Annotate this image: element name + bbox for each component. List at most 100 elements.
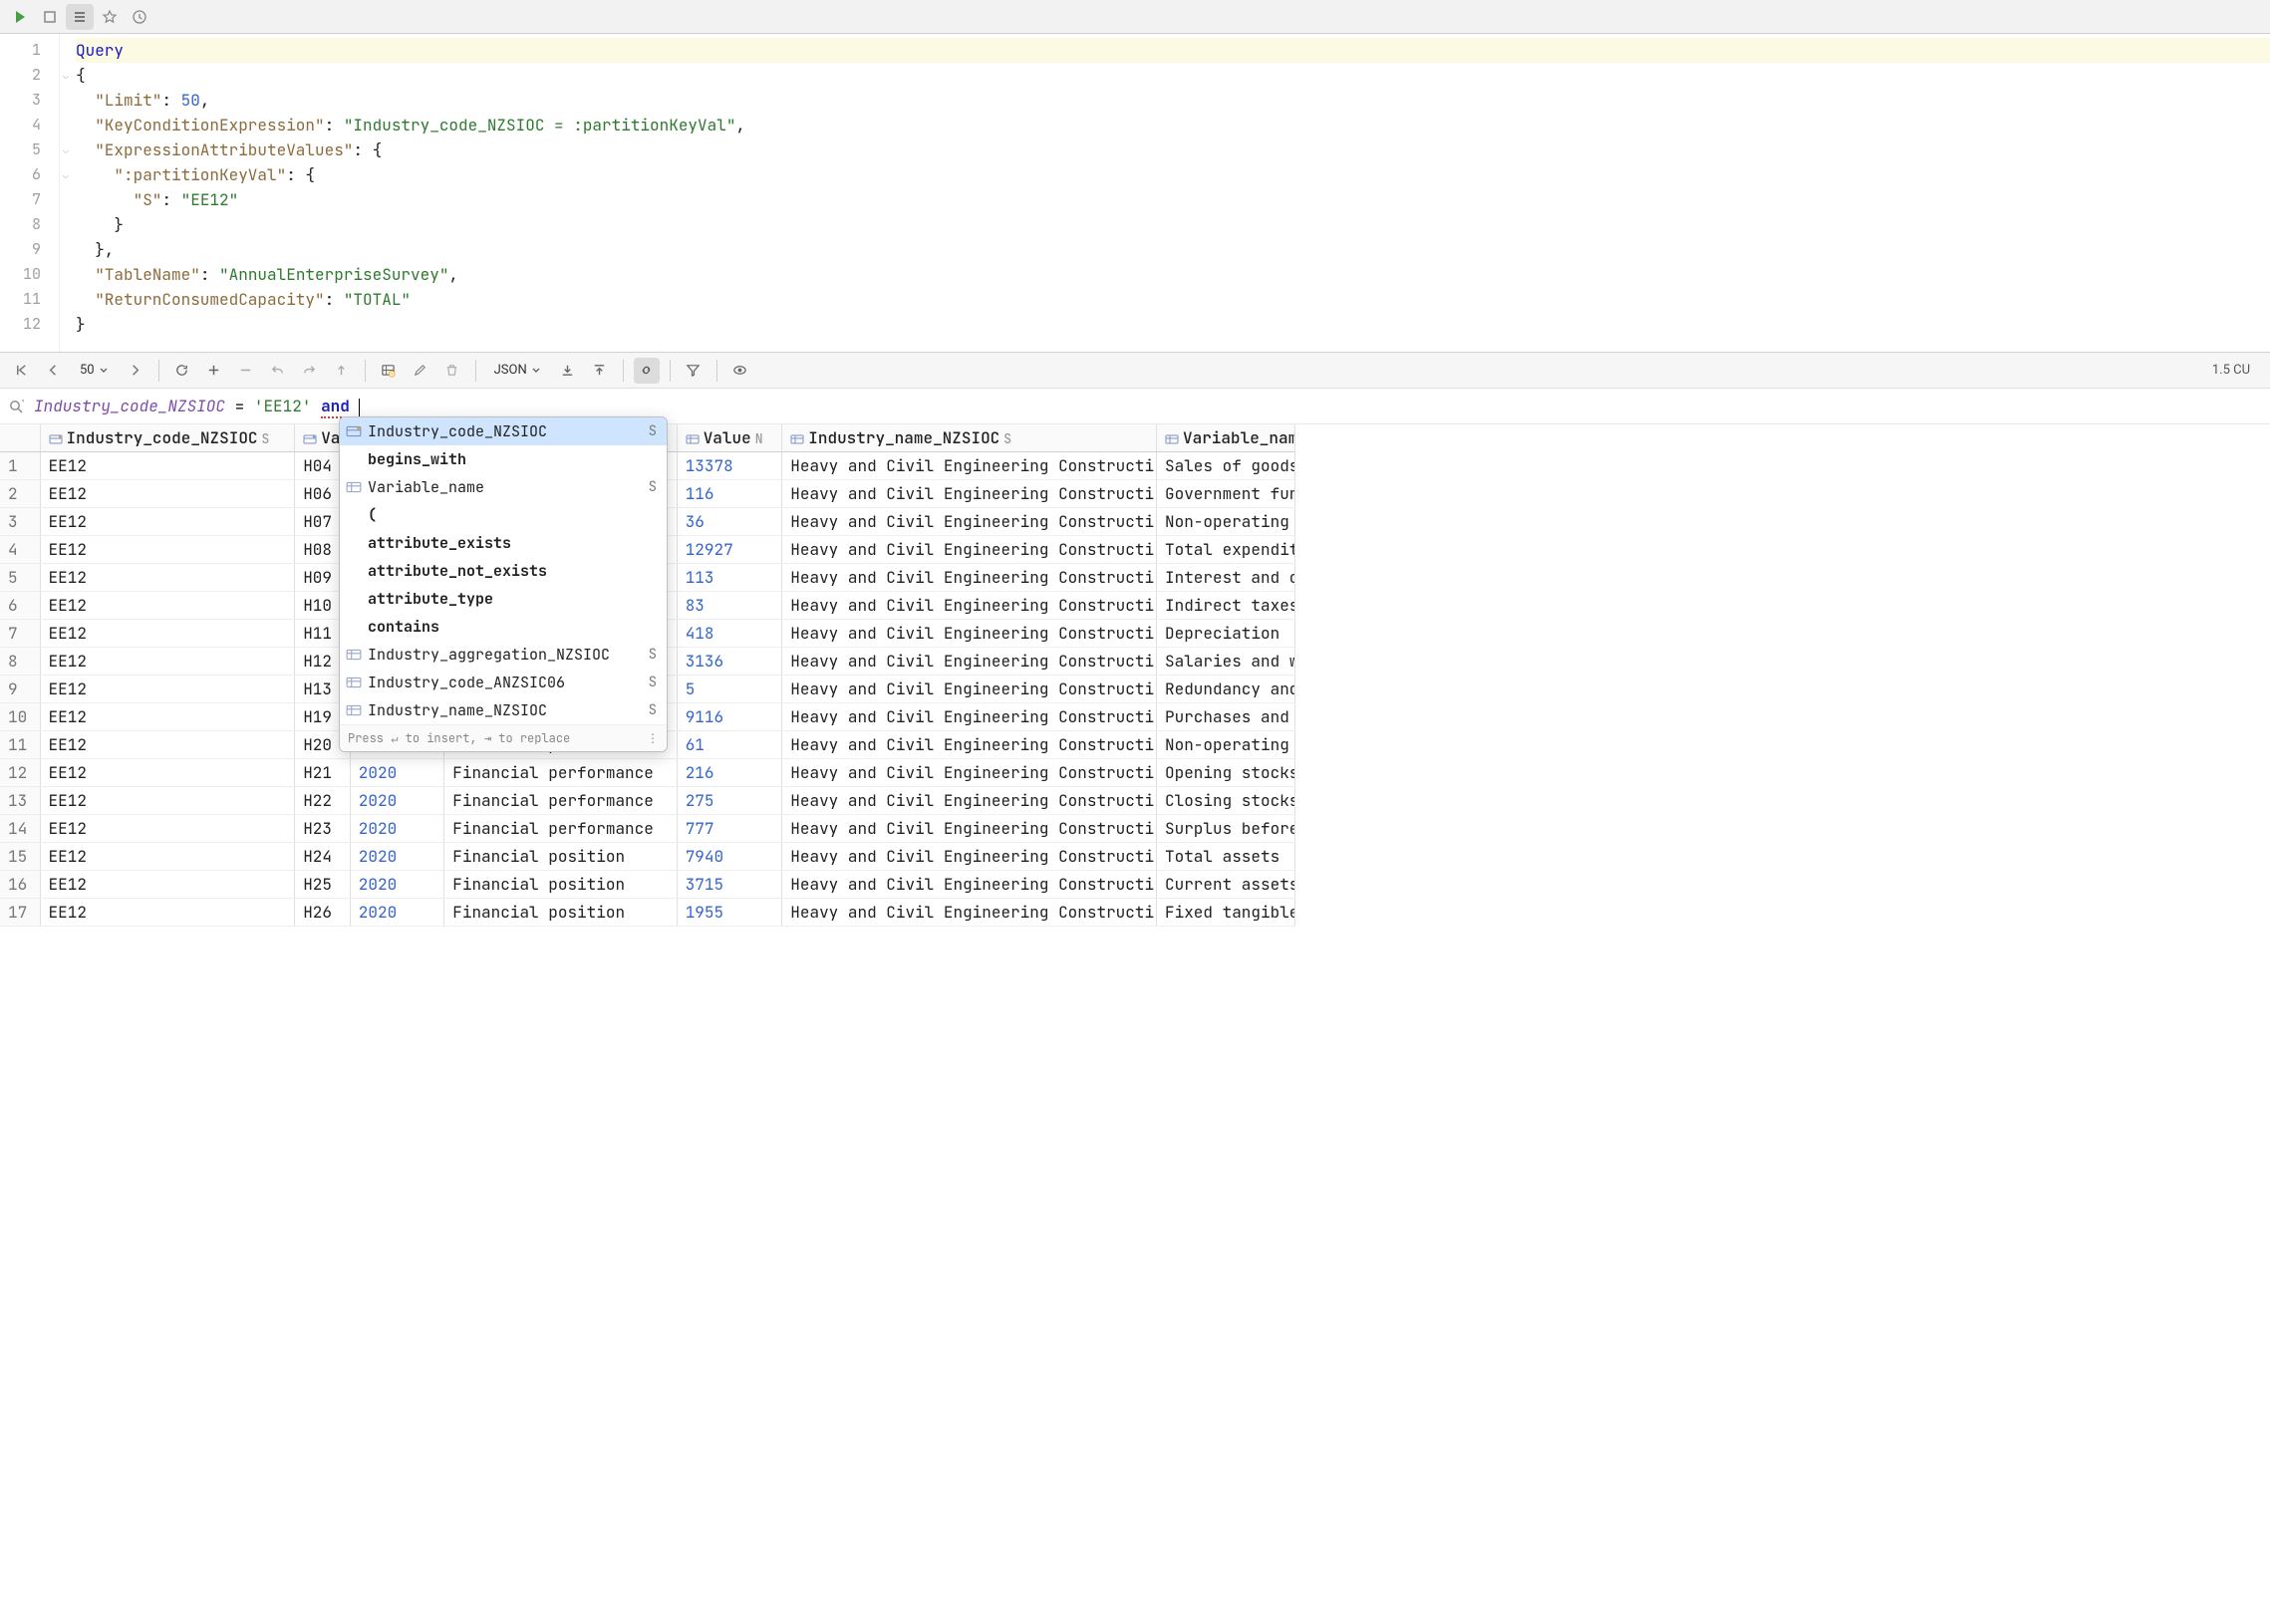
cell-category[interactable]: Financial performance <box>444 815 677 843</box>
completion-item[interactable]: Industry_name_NZSIOC S <box>340 696 667 724</box>
cell-category[interactable]: Financial position <box>444 899 677 927</box>
cell-variable-code[interactable]: H26 <box>295 899 351 927</box>
cell-industry-name[interactable]: Heavy and Civil Engineering Constructi <box>782 676 1157 703</box>
cell-industry-name[interactable]: Heavy and Civil Engineering Constructi <box>782 536 1157 564</box>
table-row[interactable]: 17 EE12 H26 2020 Financial position 1955… <box>0 899 1295 927</box>
cell-variable-name[interactable]: Purchases and <box>1157 703 1295 731</box>
stop-button[interactable] <box>36 4 64 30</box>
col-header-value[interactable]: ValueN <box>677 424 782 452</box>
cell-value[interactable]: 113 <box>677 564 782 592</box>
options-button[interactable] <box>66 4 94 30</box>
cell-industry-name[interactable]: Heavy and Civil Engineering Constructi <box>782 620 1157 648</box>
first-page-button[interactable] <box>8 358 34 384</box>
completion-item[interactable]: Industry_aggregation_NZSIOC S <box>340 641 667 669</box>
completion-item[interactable]: Variable_name S <box>340 473 667 501</box>
cell-industry-code[interactable]: EE12 <box>40 648 295 676</box>
cell-variable-name[interactable]: Total expendit <box>1157 536 1295 564</box>
cell-industry-code[interactable]: EE12 <box>40 452 295 480</box>
cell-industry-name[interactable]: Heavy and Civil Engineering Constructi <box>782 564 1157 592</box>
cell-industry-code[interactable]: EE12 <box>40 592 295 620</box>
prev-page-button[interactable] <box>40 358 66 384</box>
cell-category[interactable]: Financial performance <box>444 759 677 787</box>
cell-variable-code[interactable]: H25 <box>295 871 351 899</box>
cell-variable-name[interactable]: Surplus before <box>1157 815 1295 843</box>
cell-variable-name[interactable]: Closing stocks <box>1157 787 1295 815</box>
cell-industry-name[interactable]: Heavy and Civil Engineering Constructi <box>782 843 1157 871</box>
cell-industry-code[interactable]: EE12 <box>40 676 295 703</box>
cell-category[interactable]: Financial performance <box>444 787 677 815</box>
col-header-industry-name[interactable]: Industry_name_NZSIOCS <box>782 424 1157 452</box>
refresh-button[interactable] <box>169 358 195 384</box>
cell-category[interactable]: Financial position <box>444 843 677 871</box>
cell-variable-name[interactable]: Government fun <box>1157 480 1295 508</box>
history-button[interactable] <box>126 4 153 30</box>
link-button[interactable] <box>634 358 660 384</box>
more-icon[interactable]: ⋮ <box>647 730 659 746</box>
cell-year[interactable]: 2020 <box>350 871 443 899</box>
cell-industry-code[interactable]: EE12 <box>40 508 295 536</box>
cell-industry-code[interactable]: EE12 <box>40 759 295 787</box>
preview-button[interactable] <box>727 358 753 384</box>
editor-content[interactable]: Query { "Limit": 50, "KeyConditionExpres… <box>72 34 2270 352</box>
upload-button[interactable] <box>587 358 613 384</box>
cell-variable-name[interactable]: Interest and o <box>1157 564 1295 592</box>
col-header-variable-name[interactable]: Variable_nam <box>1157 424 1295 452</box>
cell-industry-name[interactable]: Heavy and Civil Engineering Constructi <box>782 759 1157 787</box>
cell-industry-name[interactable]: Heavy and Civil Engineering Constructi <box>782 508 1157 536</box>
completion-item[interactable]: attribute_exists <box>340 529 667 557</box>
cell-value[interactable]: 418 <box>677 620 782 648</box>
cell-value[interactable]: 216 <box>677 759 782 787</box>
table-row[interactable]: 16 EE12 H25 2020 Financial position 3715… <box>0 871 1295 899</box>
cell-value[interactable]: 36 <box>677 508 782 536</box>
cell-variable-name[interactable]: Depreciation <box>1157 620 1295 648</box>
favorite-button[interactable] <box>96 4 124 30</box>
cell-variable-name[interactable]: Sales of goods <box>1157 452 1295 480</box>
cell-industry-code[interactable]: EE12 <box>40 871 295 899</box>
redo-button[interactable] <box>297 358 323 384</box>
cell-variable-name[interactable]: Indirect taxes <box>1157 592 1295 620</box>
cell-value[interactable]: 5 <box>677 676 782 703</box>
query-editor[interactable]: 123456 789101112 ⌄⌄⌄ Query { "Limit": 50… <box>0 34 2270 353</box>
cell-industry-code[interactable]: EE12 <box>40 899 295 927</box>
remove-row-button[interactable] <box>233 358 259 384</box>
cell-industry-name[interactable]: Heavy and Civil Engineering Constructi <box>782 871 1157 899</box>
format-selector[interactable]: JSON <box>486 360 549 381</box>
cell-year[interactable]: 2020 <box>350 787 443 815</box>
cell-variable-name[interactable]: Total assets <box>1157 843 1295 871</box>
cell-value[interactable]: 275 <box>677 787 782 815</box>
cell-variable-code[interactable]: H21 <box>295 759 351 787</box>
cell-year[interactable]: 2020 <box>350 759 443 787</box>
cell-industry-code[interactable]: EE12 <box>40 564 295 592</box>
completion-item[interactable]: ( <box>340 501 667 529</box>
cell-industry-name[interactable]: Heavy and Civil Engineering Constructi <box>782 815 1157 843</box>
cell-value[interactable]: 12927 <box>677 536 782 564</box>
cell-industry-code[interactable]: EE12 <box>40 620 295 648</box>
cell-industry-code[interactable]: EE12 <box>40 703 295 731</box>
next-page-button[interactable] <box>123 358 148 384</box>
cell-year[interactable]: 2020 <box>350 815 443 843</box>
submit-button[interactable] <box>329 358 355 384</box>
cell-value[interactable]: 9116 <box>677 703 782 731</box>
cell-industry-code[interactable]: EE12 <box>40 787 295 815</box>
completion-item[interactable]: contains <box>340 613 667 641</box>
cell-variable-code[interactable]: H22 <box>295 787 351 815</box>
cell-variable-name[interactable]: Non-operating <box>1157 508 1295 536</box>
cell-value[interactable]: 3715 <box>677 871 782 899</box>
add-row-button[interactable] <box>201 358 227 384</box>
cell-industry-code[interactable]: EE12 <box>40 843 295 871</box>
cell-variable-name[interactable]: Opening stocks <box>1157 759 1295 787</box>
cell-variable-name[interactable]: Current assets <box>1157 871 1295 899</box>
cell-variable-code[interactable]: H24 <box>295 843 351 871</box>
cell-value[interactable]: 116 <box>677 480 782 508</box>
completion-item[interactable]: attribute_not_exists <box>340 557 667 585</box>
cell-industry-name[interactable]: Heavy and Civil Engineering Constructi <box>782 899 1157 927</box>
delete-button[interactable] <box>439 358 465 384</box>
download-button[interactable] <box>555 358 581 384</box>
completion-item[interactable]: Industry_code_NZSIOC S <box>340 417 667 445</box>
cell-industry-code[interactable]: EE12 <box>40 480 295 508</box>
cell-variable-code[interactable]: H23 <box>295 815 351 843</box>
cell-industry-name[interactable]: Heavy and Civil Engineering Constructi <box>782 731 1157 759</box>
cell-industry-code[interactable]: EE12 <box>40 536 295 564</box>
cell-variable-name[interactable]: Fixed tangible <box>1157 899 1295 927</box>
completion-item[interactable]: begins_with <box>340 445 667 473</box>
